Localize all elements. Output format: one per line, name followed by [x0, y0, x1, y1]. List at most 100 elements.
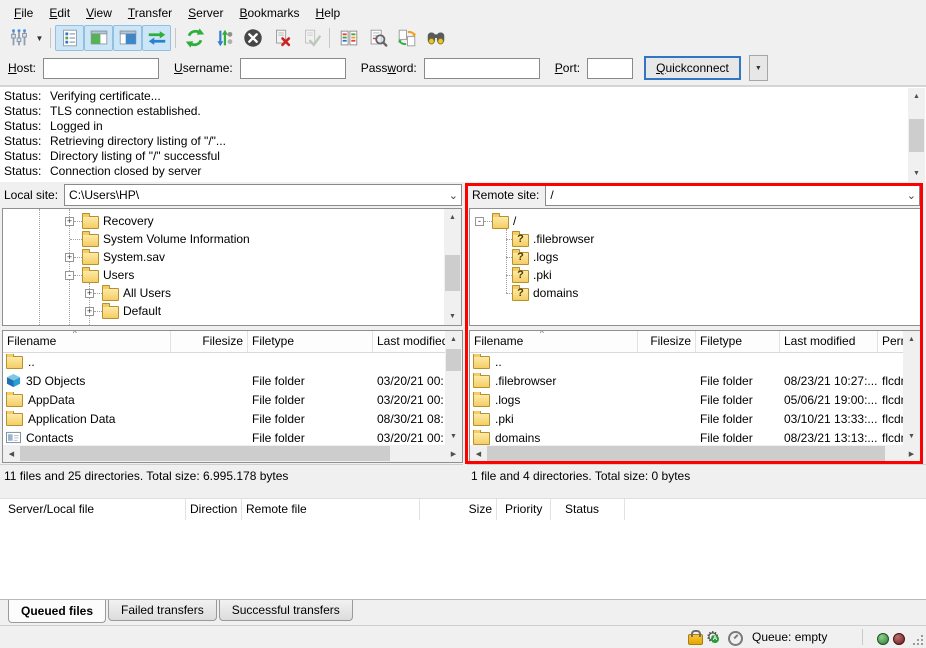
- scroll-right-icon[interactable]: ▶: [445, 445, 462, 462]
- remote-list-vscrollbar[interactable]: ▲ ▼: [903, 331, 920, 445]
- process-queue-icon[interactable]: [209, 25, 238, 51]
- site-manager-dropdown-icon[interactable]: ▼: [33, 26, 46, 50]
- file-row-filebrowser[interactable]: .filebrowser File folder 08/23/21 10:27:…: [470, 371, 920, 390]
- tree-expand-icon[interactable]: +: [65, 217, 74, 226]
- tree-item-default[interactable]: + Default: [3, 302, 461, 320]
- column-direction[interactable]: Direction: [186, 499, 242, 520]
- tree-item-domains[interactable]: domains: [470, 284, 920, 302]
- column-status[interactable]: Status: [551, 499, 625, 520]
- log-scrollbar[interactable]: ▲ ▼: [908, 88, 925, 182]
- tree-item-system-sav[interactable]: + System.sav: [3, 248, 461, 266]
- tree-item-recovery[interactable]: + Recovery: [3, 212, 461, 230]
- toggle-local-tree-icon[interactable]: [84, 25, 113, 51]
- speed-limits-icon[interactable]: [728, 631, 743, 646]
- menu-transfer[interactable]: Transfer: [120, 3, 180, 23]
- column-filetype[interactable]: Filetype: [248, 331, 373, 352]
- reconnect-icon[interactable]: [296, 25, 325, 51]
- column-filesize[interactable]: Filesize: [171, 331, 248, 352]
- tree-item-users[interactable]: - Users: [3, 266, 461, 284]
- scrollbar-thumb[interactable]: [487, 446, 885, 461]
- scroll-up-icon[interactable]: ▲: [903, 331, 920, 348]
- refresh-icon[interactable]: [180, 25, 209, 51]
- menu-file[interactable]: File: [6, 3, 41, 23]
- scroll-down-icon[interactable]: ▼: [444, 308, 461, 325]
- column-last-modified[interactable]: Last modified: [780, 331, 878, 352]
- file-row-logs[interactable]: .logs File folder 05/06/21 19:00:... flc…: [470, 390, 920, 409]
- tab-successful-transfers[interactable]: Successful transfers: [219, 600, 353, 621]
- scroll-up-icon[interactable]: ▲: [445, 331, 462, 348]
- host-input[interactable]: [43, 58, 159, 79]
- tab-failed-transfers[interactable]: Failed transfers: [108, 600, 217, 621]
- file-row-3d-objects[interactable]: 3D Objects File folder 03/20/21 00:: [3, 371, 462, 390]
- column-server-local-file[interactable]: Server/Local file: [0, 499, 186, 520]
- local-site-combobox[interactable]: C:\Users\HP\ ⌄: [64, 184, 462, 206]
- file-row-up[interactable]: ..: [470, 352, 920, 371]
- scrollbar-thumb[interactable]: [445, 255, 460, 291]
- cancel-icon[interactable]: [238, 25, 267, 51]
- toggle-remote-tree-icon[interactable]: [113, 25, 142, 51]
- toggle-transfer-queue-icon[interactable]: [142, 25, 171, 51]
- tree-item-filebrowser[interactable]: .filebrowser: [470, 230, 920, 248]
- file-row-appdata[interactable]: AppData File folder 03/20/21 00:: [3, 390, 462, 409]
- menu-view[interactable]: View: [78, 3, 120, 23]
- column-last-modified[interactable]: Last modified: [373, 331, 445, 352]
- find-files-icon[interactable]: [421, 25, 450, 51]
- file-row-up[interactable]: ..: [3, 352, 462, 371]
- scroll-left-icon[interactable]: ◀: [3, 445, 20, 462]
- tree-item-logs[interactable]: .logs: [470, 248, 920, 266]
- menu-server[interactable]: Server: [180, 3, 231, 23]
- local-list-vscrollbar[interactable]: ▲ ▼: [445, 331, 462, 445]
- column-filename[interactable]: ^Filename: [470, 331, 638, 352]
- tree-expand-icon[interactable]: +: [85, 307, 94, 316]
- scrollbar-thumb[interactable]: [909, 119, 924, 152]
- username-input[interactable]: [240, 58, 346, 79]
- tree-item-system-volume-information[interactable]: System Volume Information: [3, 230, 461, 248]
- synchronized-browsing-icon[interactable]: [392, 25, 421, 51]
- file-row-pki[interactable]: .pki File folder 03/10/21 13:33:... flcd…: [470, 409, 920, 428]
- tab-queued-files[interactable]: Queued files: [8, 600, 106, 623]
- quickconnect-dropdown-icon[interactable]: ▼: [749, 55, 768, 81]
- toggle-message-log-icon[interactable]: [55, 25, 84, 51]
- quickconnect-button[interactable]: Quickconnect: [644, 56, 741, 80]
- scrollbar-thumb[interactable]: [446, 349, 461, 371]
- tree-expand-icon[interactable]: +: [65, 253, 74, 262]
- column-filetype[interactable]: Filetype: [696, 331, 780, 352]
- column-priority[interactable]: Priority: [497, 499, 551, 520]
- tree-expand-icon[interactable]: +: [85, 289, 94, 298]
- scrollbar-thumb[interactable]: [20, 446, 390, 461]
- local-tree-scrollbar[interactable]: ▲ ▼: [444, 209, 461, 325]
- tree-item-root[interactable]: - /: [470, 212, 920, 230]
- scroll-down-icon[interactable]: ▼: [445, 428, 462, 445]
- column-size[interactable]: Size: [420, 499, 497, 520]
- chevron-down-icon[interactable]: ⌄: [907, 185, 916, 205]
- site-manager-icon[interactable]: [4, 25, 33, 51]
- scroll-up-icon[interactable]: ▲: [444, 209, 461, 226]
- scroll-down-icon[interactable]: ▼: [908, 165, 925, 182]
- resize-grip-icon[interactable]: [913, 635, 923, 645]
- tree-item-all-users[interactable]: + All Users: [3, 284, 461, 302]
- menu-help[interactable]: Help: [308, 3, 349, 23]
- port-input[interactable]: [587, 58, 633, 79]
- scroll-right-icon[interactable]: ▶: [903, 445, 920, 462]
- tree-collapse-icon[interactable]: -: [65, 271, 74, 280]
- column-remote-file[interactable]: Remote file: [242, 499, 420, 520]
- file-row-application-data[interactable]: Application Data File folder 08/30/21 08…: [3, 409, 462, 428]
- password-input[interactable]: [424, 58, 540, 79]
- chevron-down-icon[interactable]: ⌄: [449, 185, 458, 205]
- disconnect-icon[interactable]: [267, 25, 296, 51]
- tree-collapse-icon[interactable]: -: [475, 217, 484, 226]
- remote-site-combobox[interactable]: / ⌄: [545, 184, 920, 206]
- menu-bookmarks[interactable]: Bookmarks: [231, 3, 307, 23]
- local-list-hscrollbar[interactable]: ◀ ▶: [3, 445, 462, 462]
- filename-filters-icon[interactable]: [363, 25, 392, 51]
- tree-item-pki[interactable]: .pki: [470, 266, 920, 284]
- scroll-left-icon[interactable]: ◀: [470, 445, 487, 462]
- remote-list-hscrollbar[interactable]: ◀ ▶: [470, 445, 920, 462]
- scroll-up-icon[interactable]: ▲: [908, 88, 925, 105]
- scroll-down-icon[interactable]: ▼: [903, 428, 920, 445]
- lock-icon[interactable]: [688, 634, 703, 645]
- column-filesize[interactable]: Filesize: [638, 331, 696, 352]
- compare-directories-icon[interactable]: [334, 25, 363, 51]
- menu-edit[interactable]: Edit: [41, 3, 78, 23]
- column-filename[interactable]: ^Filename: [3, 331, 171, 352]
